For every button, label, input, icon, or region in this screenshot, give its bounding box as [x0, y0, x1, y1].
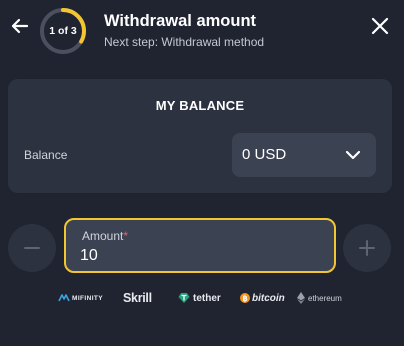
ethereum-icon — [297, 292, 305, 304]
bitcoin-icon: ฿ — [240, 293, 250, 303]
required-mark: * — [123, 229, 129, 243]
decrease-amount-button[interactable] — [8, 224, 56, 272]
close-icon — [371, 17, 389, 35]
amount-input[interactable] — [80, 245, 320, 267]
back-button[interactable] — [8, 14, 32, 38]
mifinity-logo: MIFINITY — [58, 288, 103, 308]
payment-logos: MIFINITY Skrill tether ฿ bitcoin ethereu… — [0, 288, 404, 308]
balance-title: MY BALANCE — [155, 98, 245, 113]
chevron-down-icon — [345, 150, 361, 160]
arrow-left-icon — [11, 18, 29, 34]
balance-card: MY BALANCE Balance 0 USD — [8, 79, 392, 193]
bitcoin-logo-text: bitcoin — [252, 292, 285, 304]
balance-label: Balance — [24, 148, 68, 162]
tether-logo-text: tether — [193, 292, 221, 304]
close-button[interactable] — [368, 14, 392, 38]
amount-field[interactable]: Amount* — [64, 218, 336, 273]
page-title: Withdrawal amount — [104, 12, 257, 30]
header: 1 of 3 Withdrawal amount Next step: With… — [0, 0, 404, 64]
page-subtitle: Next step: Withdrawal method — [104, 35, 265, 49]
svg-text:฿: ฿ — [242, 294, 247, 303]
ethereum-logo: ethereum — [297, 288, 342, 308]
increase-amount-button[interactable] — [343, 224, 391, 272]
bitcoin-logo: ฿ bitcoin — [240, 288, 285, 308]
step-progress-ring: 1 of 3 — [38, 6, 88, 56]
skrill-logo-text: Skrill — [123, 291, 152, 305]
ethereum-logo-text: ethereum — [308, 293, 342, 303]
minus-icon — [24, 247, 40, 249]
tether-logo: tether — [178, 288, 221, 308]
plus-icon — [359, 240, 375, 256]
currency-select[interactable]: 0 USD — [232, 133, 376, 177]
mifinity-icon — [58, 294, 70, 302]
currency-select-value: 0 USD — [242, 146, 287, 163]
skrill-logo: Skrill — [123, 288, 152, 308]
amount-label-text: Amount — [82, 229, 124, 243]
tether-icon — [178, 293, 190, 303]
amount-label: Amount* — [82, 229, 128, 243]
mifinity-logo-text: MIFINITY — [72, 294, 104, 302]
step-indicator: 1 of 3 — [49, 25, 77, 37]
